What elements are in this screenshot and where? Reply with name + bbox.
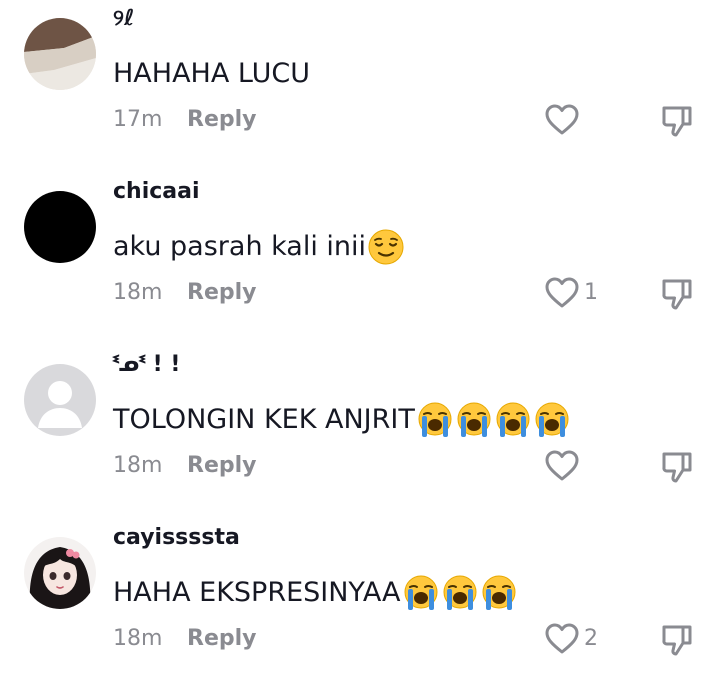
like-button[interactable]	[544, 103, 584, 137]
username[interactable]: cayissssta	[113, 523, 240, 553]
avatar[interactable]	[24, 18, 96, 90]
timestamp: 17m	[113, 107, 163, 132]
reply-button[interactable]: Reply	[187, 105, 257, 135]
comment-item: ୨ℓ HAHAHA LUCU 17m Reply	[0, 4, 720, 177]
timestamp: 18m	[113, 280, 163, 305]
comment-item: cayissssta HAHA EKSPRESINYAA 18m Reply 2	[0, 523, 720, 676]
comment-body: TOLONGIN KEK ANJRIT	[113, 404, 415, 435]
like-button[interactable]: 1	[544, 276, 598, 310]
comment-meta: 18m Reply	[113, 278, 257, 308]
comment-text: aku pasrah kali inii	[113, 228, 405, 266]
thumbs-down-icon	[659, 449, 695, 485]
username[interactable]: ᓫᓄᓫ ! !	[113, 350, 180, 380]
comment-item: chicaai aku pasrah kali inii 18m Reply 1	[0, 177, 720, 350]
avatar[interactable]	[24, 537, 96, 609]
timestamp: 18m	[113, 626, 163, 651]
comment-body: HAHAHA LUCU	[113, 58, 310, 89]
like-button[interactable]: 2	[544, 622, 598, 656]
dislike-button[interactable]	[659, 449, 695, 485]
reply-button[interactable]: Reply	[187, 451, 257, 481]
heart-icon	[544, 103, 580, 137]
heart-icon	[544, 449, 580, 483]
comment-list: ୨ℓ HAHAHA LUCU 17m Reply chicaai aku pas…	[0, 0, 720, 676]
loudly-crying-face-emoji-icon	[494, 401, 532, 439]
reply-button[interactable]: Reply	[187, 624, 257, 654]
reply-button[interactable]: Reply	[187, 278, 257, 308]
comment-body: aku pasrah kali inii	[113, 231, 367, 262]
thumbs-down-icon	[659, 622, 695, 658]
dislike-button[interactable]	[659, 276, 695, 312]
loudly-crying-face-emoji-icon	[441, 574, 479, 612]
comment-meta: 17m Reply	[113, 105, 257, 135]
comment-meta: 18m Reply	[113, 624, 257, 654]
comment-text: TOLONGIN KEK ANJRIT	[113, 401, 571, 439]
avatar[interactable]	[24, 364, 96, 436]
avatar[interactable]	[24, 191, 96, 263]
relieved-face-emoji-icon	[367, 228, 405, 266]
username[interactable]: chicaai	[113, 177, 200, 207]
loudly-crying-face-emoji-icon	[416, 401, 454, 439]
loudly-crying-face-emoji-icon	[402, 574, 440, 612]
username[interactable]: ୨ℓ	[113, 4, 134, 34]
comment-item: ᓫᓄᓫ ! ! TOLONGIN KEK ANJRIT 18m Reply	[0, 350, 720, 523]
like-button[interactable]	[544, 449, 584, 483]
dislike-button[interactable]	[659, 622, 695, 658]
thumbs-down-icon	[659, 276, 695, 312]
loudly-crying-face-emoji-icon	[480, 574, 518, 612]
loudly-crying-face-emoji-icon	[455, 401, 493, 439]
like-count: 2	[584, 626, 598, 651]
like-count: 1	[584, 280, 598, 305]
heart-icon	[544, 276, 580, 310]
comment-text: HAHAHA LUCU	[113, 55, 310, 93]
timestamp: 18m	[113, 453, 163, 478]
loudly-crying-face-emoji-icon	[533, 401, 571, 439]
comment-meta: 18m Reply	[113, 451, 257, 481]
comment-body: HAHA EKSPRESINYAA	[113, 577, 401, 608]
heart-icon	[544, 622, 580, 656]
dislike-button[interactable]	[659, 103, 695, 139]
comment-text: HAHA EKSPRESINYAA	[113, 574, 518, 612]
thumbs-down-icon	[659, 103, 695, 139]
